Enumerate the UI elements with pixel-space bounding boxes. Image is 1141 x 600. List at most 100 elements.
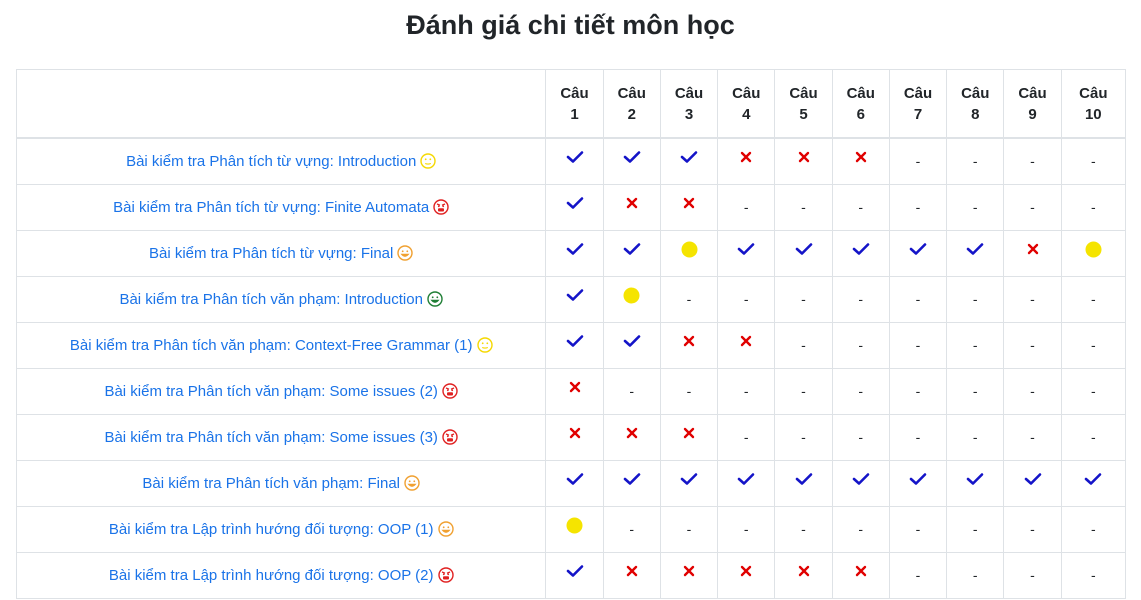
- test-link[interactable]: Bài kiểm tra Lập trình hướng đối tượng: …: [109, 521, 454, 538]
- header-question-number: 10: [1084, 105, 1102, 123]
- test-link[interactable]: Bài kiểm tra Phân tích từ vựng: Introduc…: [126, 153, 436, 170]
- not-attempted-dash: -: [743, 428, 749, 445]
- answer-cell: [545, 230, 604, 277]
- not-attempted-dash: -: [858, 382, 864, 399]
- not-attempted-dash: -: [1090, 336, 1096, 353]
- not-attempted-dash: -: [1090, 428, 1096, 445]
- correct-check-icon: [623, 335, 641, 348]
- answer-cell: [946, 460, 1005, 507]
- answer-cell: [545, 414, 604, 461]
- not-attempted-dash: -: [858, 520, 864, 537]
- header-question-label: Câu: [674, 84, 704, 102]
- angry-face-icon: [442, 382, 458, 399]
- correct-check-icon: [566, 473, 583, 486]
- answer-cell: [888, 230, 948, 277]
- answer-cell: [602, 460, 661, 507]
- header-question-number: 3: [684, 105, 694, 123]
- test-link[interactable]: Bài kiểm tra Phân tích từ vựng: Final: [149, 245, 414, 262]
- header-question-8: Câu 8: [946, 69, 1005, 139]
- answer-cell: [602, 230, 661, 277]
- answer-cell: -: [1003, 322, 1062, 369]
- not-attempted-dash: -: [915, 290, 921, 307]
- not-attempted-dash: -: [686, 382, 692, 399]
- answer-cell: -: [717, 276, 776, 323]
- answer-cell: [659, 322, 719, 369]
- answer-cell: [659, 552, 719, 599]
- answer-cell: -: [1060, 368, 1127, 415]
- wrong-cross-icon: [741, 566, 752, 577]
- not-attempted-dash: -: [1030, 198, 1035, 215]
- answer-cell: -: [1003, 276, 1062, 323]
- correct-check-icon: [623, 473, 641, 486]
- header-question-label: Câu: [903, 84, 933, 102]
- answer-cell: [545, 506, 604, 553]
- correct-check-icon: [737, 243, 755, 256]
- table-row: Bài kiểm tra Lập trình hướng đối tượng: …: [15, 552, 1127, 599]
- not-attempted-dash: -: [743, 520, 749, 537]
- wrong-cross-icon: [798, 152, 809, 163]
- header-question-9: Câu 9: [1003, 69, 1062, 139]
- not-attempted-dash: -: [972, 566, 978, 583]
- not-attempted-dash: -: [858, 290, 864, 307]
- header-question-label: Câu: [617, 84, 646, 102]
- answer-cell: [659, 414, 719, 461]
- test-name-cell: Bài kiểm tra Phân tích văn phạm: Some is…: [15, 414, 547, 461]
- answer-cell: -: [774, 184, 833, 231]
- not-attempted-dash: -: [858, 336, 864, 353]
- test-link[interactable]: Bài kiểm tra Phân tích văn phạm: Context…: [70, 337, 493, 354]
- answer-cell: -: [602, 368, 661, 415]
- happy-face-icon: [427, 290, 443, 307]
- not-attempted-dash: -: [801, 382, 806, 399]
- test-link[interactable]: Bài kiểm tra Phân tích văn phạm: Some is…: [104, 382, 458, 400]
- test-link[interactable]: Bài kiểm tra Lập trình hướng đối tượng: …: [109, 567, 454, 584]
- answer-cell: -: [659, 506, 719, 553]
- wrong-cross-icon: [683, 336, 695, 347]
- answer-cell: [602, 184, 661, 231]
- not-attempted-dash: -: [1090, 566, 1096, 583]
- test-link-label: Bài kiểm tra Phân tích từ vựng: Introduc…: [126, 152, 417, 170]
- not-attempted-dash: -: [1030, 290, 1035, 307]
- header-question-label: Câu: [961, 84, 990, 102]
- answer-cell: -: [888, 276, 948, 323]
- test-link[interactable]: Bài kiểm tra Phân tích văn phạm: Some is…: [104, 428, 458, 446]
- header-question-number: 6: [856, 105, 865, 123]
- wrong-cross-icon: [626, 428, 637, 439]
- answer-cell: -: [888, 368, 948, 415]
- header-question-label: Câu: [846, 84, 875, 102]
- not-attempted-dash: -: [1030, 152, 1035, 169]
- test-name-cell: Bài kiểm tra Phân tích từ vựng: Introduc…: [15, 137, 547, 185]
- header-question-number: 8: [971, 105, 980, 123]
- answer-cell: -: [888, 137, 948, 185]
- test-link-label: Bài kiểm tra Phân tích văn phạm: Context…: [69, 336, 473, 354]
- answer-cell: -: [831, 368, 890, 415]
- answer-cell: -: [774, 368, 833, 415]
- answer-cell: [602, 276, 661, 323]
- correct-check-icon: [566, 565, 583, 578]
- answer-cell: -: [888, 414, 948, 461]
- test-name-cell: Bài kiểm tra Phân tích văn phạm: Introdu…: [15, 276, 547, 323]
- answer-cell: -: [946, 137, 1005, 185]
- not-attempted-dash: -: [1030, 336, 1035, 353]
- answer-cell: -: [831, 276, 890, 323]
- header-question-label: Câu: [560, 84, 589, 102]
- test-link[interactable]: Bài kiểm tra Phân tích từ vựng: Finite A…: [113, 199, 449, 216]
- page-title: Đánh giá chi tiết môn học: [406, 10, 735, 40]
- header-question-label: Câu: [732, 84, 761, 102]
- correct-check-icon: [966, 473, 984, 486]
- header-question-3: Câu 3: [659, 69, 719, 139]
- test-link[interactable]: Bài kiểm tra Phân tích văn phạm: Introdu…: [119, 291, 443, 308]
- test-link[interactable]: Bài kiểm tra Phân tích văn phạm: Final: [142, 475, 420, 492]
- smile-face-icon: [437, 520, 454, 537]
- answer-cell: [946, 230, 1005, 277]
- answer-cell: -: [717, 184, 776, 231]
- not-attempted-dash: -: [972, 336, 978, 353]
- answer-cell: [717, 460, 776, 507]
- test-name-cell: Bài kiểm tra Lập trình hướng đối tượng: …: [15, 506, 547, 553]
- not-attempted-dash: -: [1030, 520, 1035, 537]
- angry-face-icon: [442, 428, 458, 445]
- answer-cell: [659, 460, 719, 507]
- answer-cell: [1003, 230, 1062, 277]
- table-row: Bài kiểm tra Phân tích từ vựng: Finite A…: [15, 184, 1127, 231]
- correct-check-icon: [1024, 473, 1041, 486]
- answer-cell: [659, 184, 719, 231]
